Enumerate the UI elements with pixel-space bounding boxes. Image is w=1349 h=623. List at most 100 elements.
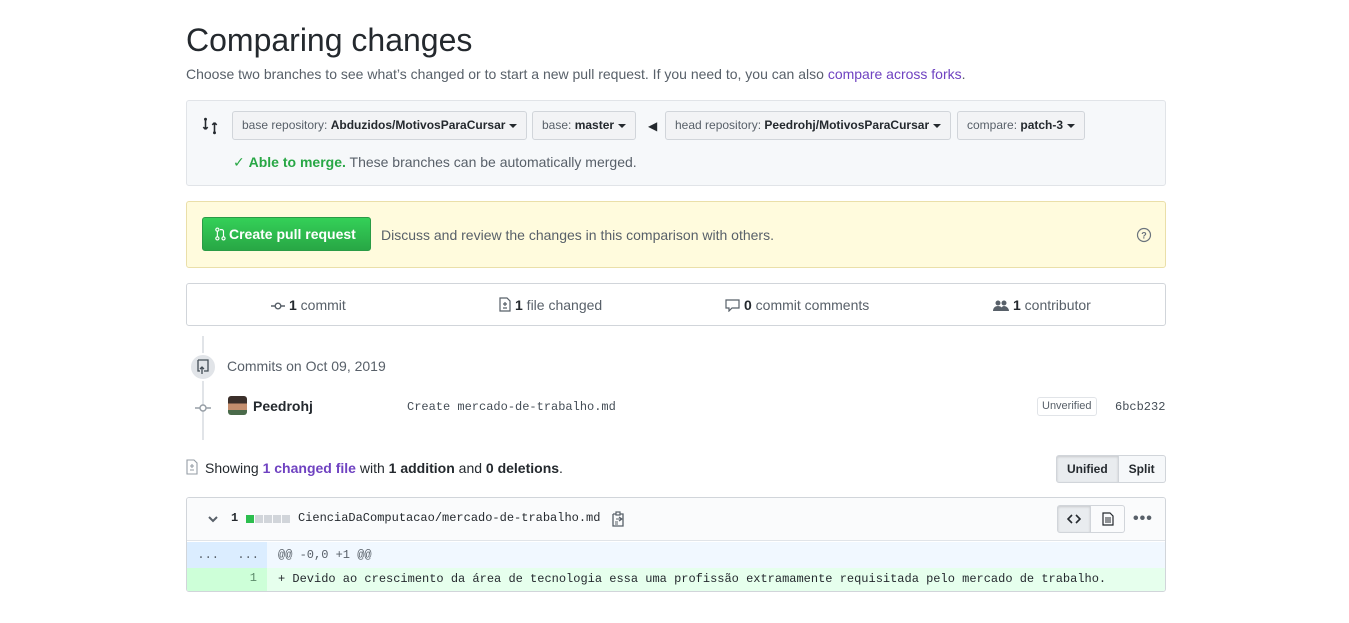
- compare-across-forks-link[interactable]: compare across forks: [828, 66, 962, 82]
- base-repository-select[interactable]: base repository: Abduzidos/MotivosParaCu…: [232, 111, 528, 140]
- comment-icon: [725, 299, 740, 313]
- page-title: Comparing changes: [186, 22, 473, 58]
- diffstat-neutral-block: [282, 515, 290, 523]
- head-repository-select[interactable]: head repository: Peedrohj/MotivosParaCur…: [665, 111, 952, 140]
- commit-author[interactable]: Peedrohj: [253, 398, 313, 414]
- caret-down-icon: [509, 123, 518, 128]
- diff-addition-row: 1 + Devido ao crescimento da área de tec…: [187, 568, 1165, 591]
- summary-contributors-count: 1: [1013, 297, 1021, 313]
- file-diff: 1 CienciaDaComputacao/mercado-de-trabalh…: [186, 497, 1166, 592]
- hunk-expand-right[interactable]: ...: [227, 542, 267, 568]
- toc-and: and: [454, 460, 486, 476]
- caret-down-icon: [933, 123, 942, 128]
- file-change-count: 1: [231, 511, 239, 525]
- summary-comments-label: commit comments: [751, 297, 870, 313]
- file-diff-icon: [186, 459, 198, 475]
- kebab-horizontal-icon[interactable]: •••: [1133, 510, 1153, 528]
- base-repository-label: base repository:: [242, 118, 331, 132]
- commits-date-heading: Commits on Oct 09, 2019: [227, 358, 386, 374]
- repo-push-icon: [197, 359, 209, 374]
- diffstat-blocks: [246, 515, 290, 523]
- hunk-header-row: ... ... @@ -0,0 +1 @@: [187, 542, 1165, 568]
- base-repository-value: Abduzidos/MotivosParaCursar: [330, 118, 506, 132]
- toc-summary: Showing 1 changed file with 1 addition a…: [205, 460, 563, 476]
- subtitle-end: .: [961, 66, 966, 82]
- summary-files[interactable]: 1 file changed: [499, 297, 602, 313]
- commit-message[interactable]: Create mercado-de-trabalho.md: [407, 400, 616, 414]
- people-icon: [993, 300, 1009, 311]
- unverified-badge[interactable]: Unverified: [1037, 397, 1097, 416]
- create-pr-banner: Create pull request Discuss and review t…: [186, 201, 1166, 268]
- check-icon: ✓: [233, 154, 245, 170]
- toc-with: with: [355, 460, 389, 476]
- diffstat-neutral-block: [273, 515, 281, 523]
- timeline-line: [202, 336, 204, 440]
- file-icon: [1101, 512, 1114, 526]
- summary-commits[interactable]: 1 commit: [271, 297, 346, 313]
- create-pull-request-label: Create pull request: [229, 226, 356, 242]
- pull-request-icon: [215, 227, 226, 241]
- file-header: 1 CienciaDaComputacao/mercado-de-trabalh…: [187, 498, 1165, 541]
- code-view-button[interactable]: [1057, 505, 1091, 533]
- summary-files-count: 1: [515, 297, 523, 313]
- commits-badge: [189, 353, 217, 381]
- compare-arrows-icon: [202, 117, 218, 135]
- caret-down-icon: [1067, 123, 1076, 128]
- toc-additions: 1 addition: [388, 460, 455, 476]
- file-path[interactable]: CienciaDaComputacao/mercado-de-trabalho.…: [298, 511, 600, 525]
- merge-status: ✓ Able to merge. These branches can be a…: [233, 154, 637, 171]
- file-diff-icon: [499, 297, 511, 312]
- changed-files-link[interactable]: 1 changed file: [263, 460, 356, 476]
- diff-view-toggle: Unified Split: [1056, 455, 1166, 483]
- old-line-number[interactable]: [187, 568, 227, 591]
- split-button[interactable]: Split: [1118, 455, 1166, 483]
- commit-sha[interactable]: 6bcb232: [1115, 400, 1165, 414]
- summary-contributors-label: contributor: [1020, 297, 1091, 313]
- new-line-number[interactable]: 1: [227, 568, 267, 591]
- question-icon[interactable]: ?: [1136, 227, 1152, 243]
- pr-description: Discuss and review the changes in this c…: [381, 227, 774, 243]
- toc-showing: Showing: [205, 460, 263, 476]
- range-editor: base repository: Abduzidos/MotivosParaCu…: [186, 100, 1166, 186]
- summary-files-label: file changed: [522, 297, 603, 313]
- rich-diff-button[interactable]: [1091, 505, 1125, 533]
- summary-contributors[interactable]: 1 contributor: [993, 297, 1091, 313]
- toc-end: .: [559, 460, 563, 476]
- hunk-header: @@ -0,0 +1 @@: [278, 548, 372, 562]
- avatar[interactable]: [228, 396, 247, 415]
- file-view-toggle: [1057, 505, 1125, 533]
- subtitle-text: Choose two branches to see what’s change…: [186, 66, 828, 82]
- base-branch-select[interactable]: base: master: [532, 111, 637, 140]
- svg-text:?: ?: [1141, 231, 1147, 241]
- base-branch-label: base:: [542, 118, 575, 132]
- diffstat-neutral-block: [255, 515, 263, 523]
- code-icon: [1067, 514, 1081, 524]
- clipboard-icon[interactable]: [611, 511, 625, 527]
- summary-commits-count: 1: [289, 297, 297, 313]
- summary-commits-label: commit: [296, 297, 346, 313]
- diffstat-neutral-block: [264, 515, 272, 523]
- hunk-expand-left[interactable]: ...: [187, 542, 227, 568]
- chevron-down-icon[interactable]: [207, 513, 219, 525]
- caret-down-icon: [618, 123, 627, 128]
- create-pull-request-button[interactable]: Create pull request: [202, 217, 371, 251]
- compare-branch-label: compare:: [967, 118, 1021, 132]
- head-repository-label: head repository:: [675, 118, 765, 132]
- compare-branch-select[interactable]: compare: patch-3: [957, 111, 1086, 140]
- merge-status-text: These branches can be automatically merg…: [345, 154, 637, 170]
- merge-status-label: Able to merge.: [248, 154, 346, 170]
- git-commit-icon: [195, 404, 211, 412]
- overall-summary: 1 commit 1 file changed 0 commit comment…: [186, 283, 1166, 326]
- summary-comments[interactable]: 0 commit comments: [725, 297, 869, 313]
- diffstat-added-block: [246, 515, 254, 523]
- base-branch-value: master: [574, 118, 615, 132]
- head-repository-value: Peedrohj/MotivosParaCursar: [764, 118, 930, 132]
- page-subtitle: Choose two branches to see what’s change…: [186, 66, 966, 82]
- summary-comments-count: 0: [744, 297, 752, 313]
- git-commit-icon: [271, 302, 285, 310]
- toc-deletions: 0 deletions: [485, 460, 560, 476]
- unified-button[interactable]: Unified: [1056, 455, 1119, 483]
- arrow-left-icon: ◀: [648, 119, 658, 133]
- compare-branch-value: patch-3: [1020, 118, 1064, 132]
- diff-line-text: + Devido ao crescimento da área de tecno…: [278, 572, 1107, 586]
